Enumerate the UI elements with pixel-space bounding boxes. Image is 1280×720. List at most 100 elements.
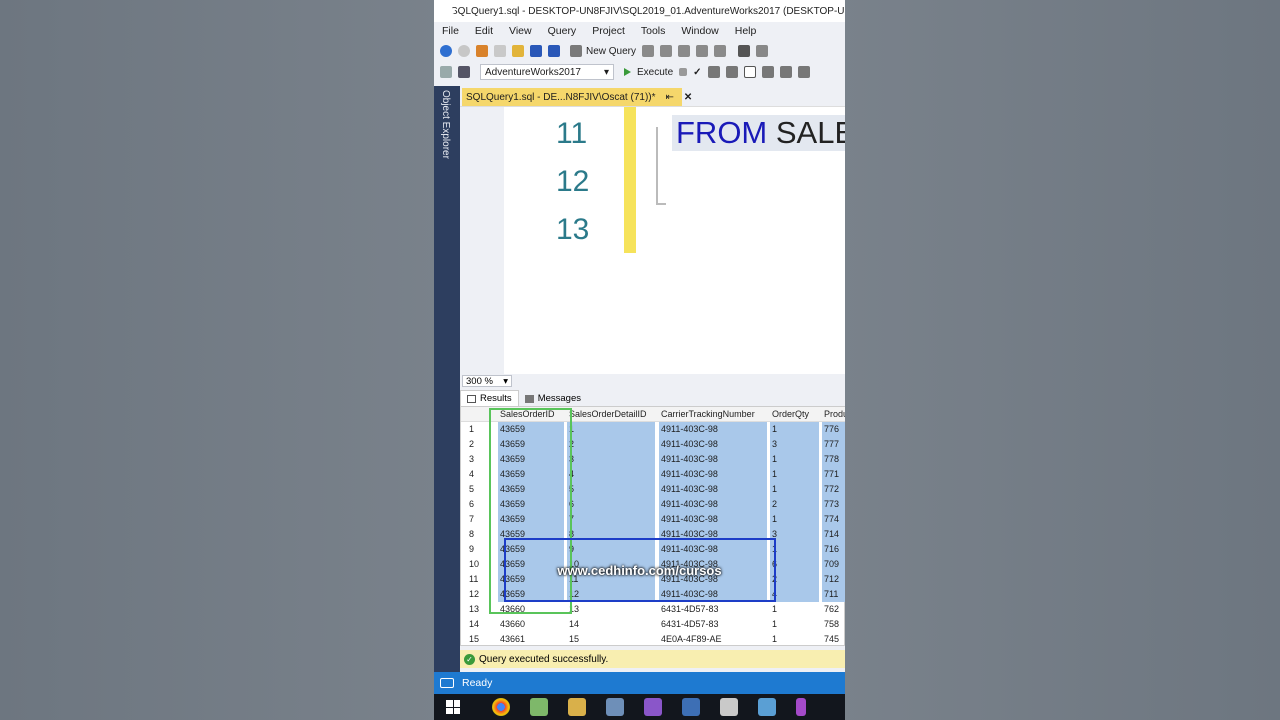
column-header[interactable]: OrderQty — [770, 407, 819, 422]
cell-salesorderdetailid[interactable]: 4 — [567, 467, 655, 482]
cell-carriertrackingnumber[interactable]: 4911-403C-98 — [659, 422, 767, 437]
new-query-button[interactable]: New Query — [586, 46, 636, 57]
save-all-icon[interactable] — [548, 45, 560, 57]
cell-salesorderid[interactable]: 43659 — [498, 497, 564, 512]
cell-orderqty[interactable]: 3 — [770, 437, 819, 452]
forward-icon[interactable] — [458, 45, 470, 57]
cell-orderqty[interactable]: 2 — [770, 497, 819, 512]
cell-carriertrackingnumber[interactable]: 4E0A-4F89-AE — [659, 632, 767, 647]
cell-productid[interactable]: 772 — [822, 482, 845, 497]
results-grid[interactable]: SalesOrderID SalesOrderDetailID CarrierT… — [460, 406, 845, 646]
cell-carriertrackingnumber[interactable]: 4911-403C-98 — [659, 512, 767, 527]
table-row[interactable]: 6 43659 6 4911-403C-98 2 773 — [461, 497, 845, 512]
tab-sqlquery1[interactable]: SQLQuery1.sql - DE...N8FJIV\Oscat (71))*… — [462, 88, 692, 106]
results-to-grid-icon[interactable] — [743, 66, 756, 78]
open-file-icon[interactable] — [512, 45, 524, 57]
cell-salesorderid[interactable]: 43659 — [498, 467, 564, 482]
cell-salesorderid[interactable]: 43660 — [498, 602, 564, 617]
db-query-icon-3[interactable] — [678, 45, 691, 57]
cell-productid[interactable]: 716 — [822, 542, 845, 557]
cell-salesorderdetailid[interactable]: 5 — [567, 482, 655, 497]
cell-orderqty[interactable]: 1 — [770, 617, 819, 632]
cell-salesorderid[interactable]: 43659 — [498, 542, 564, 557]
cell-productid[interactable]: 762 — [822, 602, 845, 617]
cell-salesorderdetailid[interactable]: 3 — [567, 452, 655, 467]
chrome-icon[interactable] — [492, 698, 510, 716]
table-row[interactable]: 14 43660 14 6431-4D57-83 1 758 — [461, 617, 845, 632]
cell-productid[interactable]: 714 — [822, 527, 845, 542]
results-to-text-icon[interactable] — [761, 66, 774, 78]
cell-salesorderdetailid[interactable]: 2 — [567, 437, 655, 452]
cell-salesorderdetailid[interactable]: 1 — [567, 422, 655, 437]
cell-productid[interactable]: 711 — [822, 587, 845, 602]
cell-salesorderid[interactable]: 43660 — [498, 617, 564, 632]
table-row[interactable]: 12 43659 12 4911-403C-98 4 711 — [461, 587, 845, 602]
cell-productid[interactable]: 773 — [822, 497, 845, 512]
table-row[interactable]: 13 43660 13 6431-4D57-83 1 762 — [461, 602, 845, 617]
cell-orderqty[interactable]: 1 — [770, 602, 819, 617]
new-item-icon[interactable] — [494, 45, 506, 57]
menu-tools[interactable]: Tools — [641, 25, 666, 37]
cell-carriertrackingnumber[interactable]: 6431-4D57-83 — [659, 602, 767, 617]
cell-productid[interactable]: 771 — [822, 467, 845, 482]
cell-productid[interactable]: 776 — [822, 422, 845, 437]
menu-file[interactable]: File — [442, 25, 459, 37]
output-window-icon[interactable] — [440, 678, 454, 688]
menu-view[interactable]: View — [509, 25, 532, 37]
table-row[interactable]: 9 43659 9 4911-403C-98 1 716 — [461, 542, 845, 557]
cell-carriertrackingnumber[interactable]: 4911-403C-98 — [659, 497, 767, 512]
cell-salesorderdetailid[interactable]: 14 — [567, 617, 655, 632]
column-header[interactable]: SalesOrderID — [498, 407, 564, 422]
back-icon[interactable] — [440, 45, 452, 57]
remote-desktop-icon[interactable] — [682, 698, 700, 716]
close-icon[interactable]: ✕ — [684, 92, 692, 103]
cell-orderqty[interactable]: 1 — [770, 542, 819, 557]
menu-edit[interactable]: Edit — [475, 25, 493, 37]
cell-orderqty[interactable]: 1 — [770, 632, 819, 647]
cell-salesorderdetailid[interactable]: 6 — [567, 497, 655, 512]
column-header[interactable]: CarrierTrackingNumber — [659, 407, 767, 422]
cell-productid[interactable]: 778 — [822, 452, 845, 467]
cell-carriertrackingnumber[interactable]: 4911-403C-98 — [659, 587, 767, 602]
vs-code-icon[interactable] — [796, 698, 806, 716]
monitor-icon[interactable] — [758, 698, 776, 716]
menu-window[interactable]: Window — [681, 25, 718, 37]
plan-icon[interactable] — [707, 66, 720, 78]
parse-check-icon[interactable]: ✓ — [693, 67, 701, 78]
cell-carriertrackingnumber[interactable]: 4911-403C-98 — [659, 482, 767, 497]
change-connection-icon[interactable] — [458, 66, 470, 78]
table-row[interactable]: 5 43659 5 4911-403C-98 1 772 — [461, 482, 845, 497]
cell-orderqty[interactable]: 1 — [770, 452, 819, 467]
table-row[interactable]: 8 43659 8 4911-403C-98 3 714 — [461, 527, 845, 542]
cell-salesorderdetailid[interactable]: 12 — [567, 587, 655, 602]
cell-salesorderid[interactable]: 43661 — [498, 632, 564, 647]
cell-salesorderdetailid[interactable]: 9 — [567, 542, 655, 557]
cell-salesorderid[interactable]: 43659 — [498, 482, 564, 497]
notepad-icon[interactable] — [530, 698, 548, 716]
cell-carriertrackingnumber[interactable]: 4911-403C-98 — [659, 542, 767, 557]
execute-button[interactable]: Execute — [624, 67, 673, 78]
windows-start-icon[interactable] — [446, 700, 460, 714]
cell-orderqty[interactable]: 1 — [770, 422, 819, 437]
cell-productid[interactable]: 774 — [822, 512, 845, 527]
tab-messages[interactable]: Messages — [519, 391, 587, 406]
visual-studio-icon[interactable] — [644, 698, 662, 716]
table-row[interactable]: 7 43659 7 4911-403C-98 1 774 — [461, 512, 845, 527]
grid-icon[interactable] — [725, 66, 738, 78]
db-query-icon-1[interactable] — [642, 45, 655, 57]
column-header[interactable]: SalesOrderDetailID — [567, 407, 655, 422]
ssms-taskbar-icon[interactable] — [568, 698, 586, 716]
cell-productid[interactable]: 777 — [822, 437, 845, 452]
pin-icon[interactable]: ⇤ — [666, 92, 674, 103]
cell-salesorderdetailid[interactable]: 7 — [567, 512, 655, 527]
sql-config-icon[interactable] — [606, 698, 624, 716]
cell-salesorderid[interactable]: 43659 — [498, 437, 564, 452]
cut-icon[interactable] — [738, 45, 751, 57]
cell-salesorderid[interactable]: 43659 — [498, 527, 564, 542]
db-query-icon-4[interactable] — [696, 45, 709, 57]
query-editor[interactable]: 11 12 13 FROM SALES.S — [460, 106, 845, 375]
cell-salesorderdetailid[interactable]: 8 — [567, 527, 655, 542]
object-explorer-sidebar[interactable]: Object Explorer — [434, 86, 460, 672]
comment-icon[interactable] — [797, 66, 810, 78]
database-select[interactable]: AdventureWorks2017 ▾ — [480, 64, 614, 80]
